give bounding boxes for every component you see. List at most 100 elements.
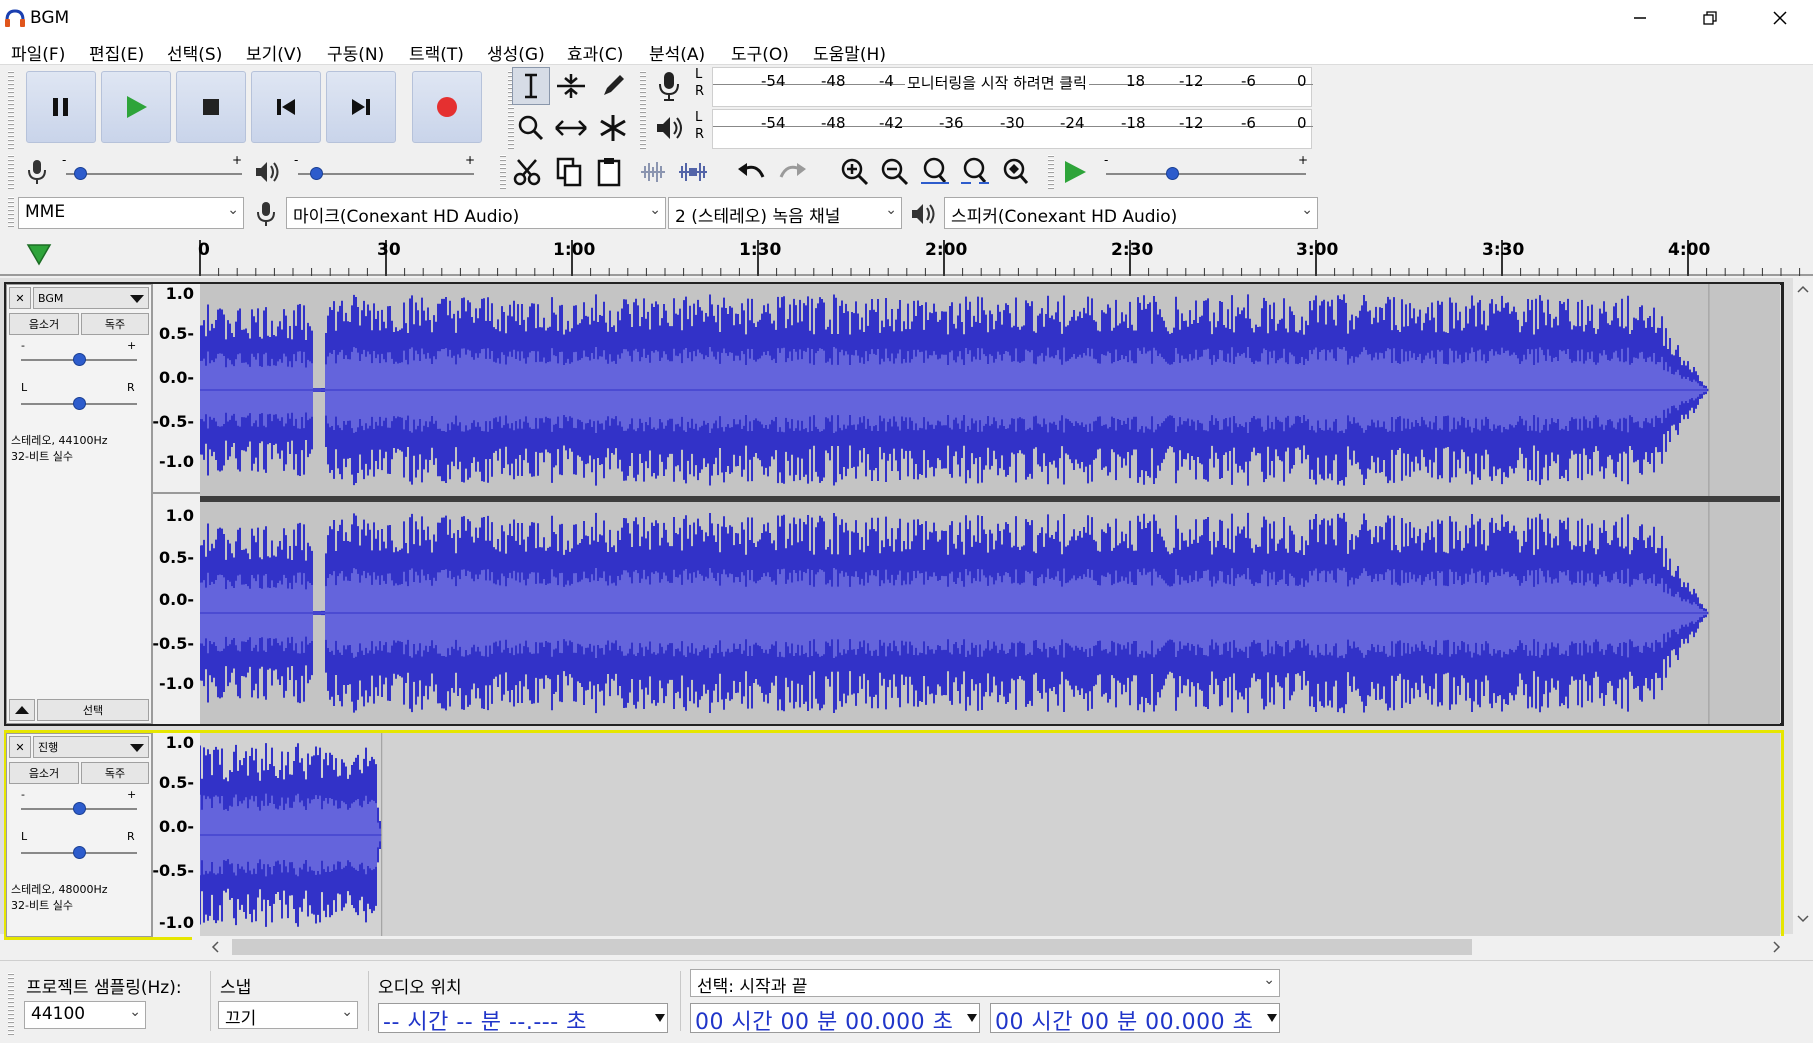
- skip-to-start-icon: [277, 99, 295, 115]
- scroll-down-icon[interactable]: [1797, 914, 1809, 924]
- dropdown-arrow-icon: [130, 295, 144, 303]
- toolbar-grip[interactable]: [8, 973, 14, 1037]
- scroll-left-icon[interactable]: [210, 941, 220, 953]
- selection-mode-select[interactable]: 선택: 시작과 끝 ⌄: [690, 969, 1280, 997]
- menu-view[interactable]: 보기(V): [246, 40, 302, 65]
- play-meter-right-label: R: [695, 127, 705, 142]
- play-button[interactable]: [101, 71, 171, 143]
- zoom-in-button[interactable]: [836, 153, 874, 191]
- menu-file[interactable]: 파일(F): [11, 40, 65, 65]
- minimize-button[interactable]: [1605, 0, 1675, 36]
- menu-help[interactable]: 도움말(H): [813, 40, 886, 65]
- menu-tools[interactable]: 도구(O): [731, 40, 789, 65]
- gain-max-label: +: [127, 339, 137, 352]
- project-rate-select[interactable]: 44100 ⌄: [24, 1001, 146, 1029]
- zoom-toggle-button[interactable]: [996, 153, 1034, 191]
- play-meter-button[interactable]: [650, 109, 688, 147]
- menu-tracks[interactable]: 트랙(T): [409, 40, 464, 65]
- collapse-button[interactable]: [9, 699, 35, 721]
- zoom-fit-icon: [961, 157, 989, 184]
- pan-slider[interactable]: [73, 846, 86, 859]
- track-close-button[interactable]: ✕: [9, 287, 31, 309]
- waveform-track-2[interactable]: [200, 733, 1780, 937]
- ruler-label: 4:00: [1668, 240, 1711, 260]
- record-button[interactable]: [412, 71, 482, 143]
- track-name-menu[interactable]: 진행: [33, 736, 149, 758]
- stop-button[interactable]: [176, 71, 246, 143]
- output-device-select[interactable]: 스피커(Conexant HD Audio) ⌄: [944, 197, 1318, 229]
- record-volume-slider[interactable]: [74, 167, 88, 180]
- solo-button[interactable]: 독주: [81, 762, 149, 784]
- record-meter-button[interactable]: [650, 67, 688, 105]
- timeline-ruler[interactable]: 0 30 1:00 1:30 2:00 2:30 3:00 3:30 4:00: [0, 234, 1813, 276]
- mute-button[interactable]: 음소거: [9, 313, 79, 335]
- horizontal-scroll-thumb[interactable]: [232, 939, 1472, 955]
- pan-left-label: L: [21, 381, 28, 394]
- scroll-up-icon[interactable]: [1797, 284, 1809, 294]
- play-volume-slider[interactable]: [309, 167, 323, 180]
- pan-right-label: R: [127, 830, 135, 843]
- menu-edit[interactable]: 편집(E): [89, 40, 144, 65]
- fit-project-button[interactable]: [956, 153, 994, 191]
- mute-button[interactable]: 음소거: [9, 762, 79, 784]
- track-name-menu[interactable]: BGM: [33, 287, 149, 309]
- toolbar-grip[interactable]: [640, 71, 646, 149]
- select-track-button[interactable]: 선택: [37, 699, 149, 721]
- play-meter[interactable]: -54 -48 -42 -36 -30 -24 -18 -12 -6 0: [712, 109, 1313, 149]
- pan-slider[interactable]: [73, 397, 86, 410]
- channels-select[interactable]: 2 (스테레오) 녹음 채널 ⌄: [668, 197, 902, 229]
- menu-effect[interactable]: 효과(C): [567, 40, 623, 65]
- toolbar-grip[interactable]: [500, 155, 506, 191]
- horizontal-scrollbar[interactable]: [192, 936, 1792, 958]
- track-close-button[interactable]: ✕: [9, 736, 31, 758]
- draw-tool[interactable]: [594, 67, 632, 105]
- undo-button[interactable]: [732, 153, 770, 191]
- gain-slider[interactable]: [73, 353, 86, 366]
- playback-speed-slider[interactable]: [1166, 167, 1179, 180]
- speed-min-label: -: [1104, 153, 1109, 167]
- gain-slider[interactable]: [73, 802, 86, 815]
- waveform-channel-left[interactable]: [200, 284, 1780, 496]
- envelope-tool[interactable]: [552, 67, 590, 105]
- record-meter[interactable]: -54 -48 -4 모니터링을 시작 하려면 클릭 18 -12 -6 0: [712, 67, 1313, 107]
- toolbar-grip[interactable]: [8, 71, 14, 149]
- toolbar-grip[interactable]: [8, 155, 14, 191]
- input-device-select[interactable]: 마이크(Conexant HD Audio) ⌄: [286, 197, 666, 229]
- audio-position-time[interactable]: -- 시간 -- 분 --.--- 초: [378, 1003, 668, 1033]
- menu-select[interactable]: 선택(S): [167, 40, 222, 65]
- vertical-scrollbar[interactable]: [1793, 278, 1813, 934]
- multi-tool[interactable]: [594, 109, 632, 147]
- close-button[interactable]: [1745, 0, 1813, 36]
- scale-label: 0.5-: [159, 324, 194, 343]
- trim-button[interactable]: [634, 153, 672, 191]
- toolbar-grip[interactable]: [1048, 155, 1054, 191]
- menu-transport[interactable]: 구동(N): [327, 40, 384, 65]
- waveform-channel-right[interactable]: [200, 502, 1780, 724]
- redo-icon: [779, 163, 806, 178]
- fit-selection-button[interactable]: [916, 153, 954, 191]
- restore-button[interactable]: [1675, 0, 1745, 36]
- skip-start-button[interactable]: [251, 71, 321, 143]
- play-at-speed-button[interactable]: [1056, 153, 1094, 191]
- skip-end-button[interactable]: [326, 71, 396, 143]
- solo-button[interactable]: 독주: [81, 313, 149, 335]
- scroll-right-icon[interactable]: [1772, 941, 1782, 953]
- copy-button[interactable]: [550, 153, 588, 191]
- zoom-out-button[interactable]: [876, 153, 914, 191]
- menu-generate[interactable]: 생성(G): [487, 40, 545, 65]
- selection-start-time[interactable]: 00 시간 00 분 00.000 초: [690, 1003, 980, 1033]
- silence-button[interactable]: [674, 153, 712, 191]
- toolbar-grip[interactable]: [8, 197, 14, 229]
- pause-button[interactable]: [26, 71, 96, 143]
- host-select[interactable]: MME ⌄: [18, 197, 244, 229]
- selection-tool[interactable]: [512, 67, 550, 105]
- snap-select[interactable]: 끄기 ⌄: [218, 1001, 358, 1029]
- time-shift-tool[interactable]: [552, 109, 590, 147]
- toolbar-area: L R L R -54 -48 -4 모니터링을 시작 하려면 클릭 18 -1…: [0, 64, 1813, 232]
- selection-end-time[interactable]: 00 시간 00 분 00.000 초: [990, 1003, 1280, 1033]
- menu-analyze[interactable]: 분석(A): [649, 40, 705, 65]
- redo-button[interactable]: [774, 153, 812, 191]
- zoom-tool[interactable]: [512, 109, 550, 147]
- cut-button[interactable]: [508, 153, 546, 191]
- paste-button[interactable]: [590, 153, 628, 191]
